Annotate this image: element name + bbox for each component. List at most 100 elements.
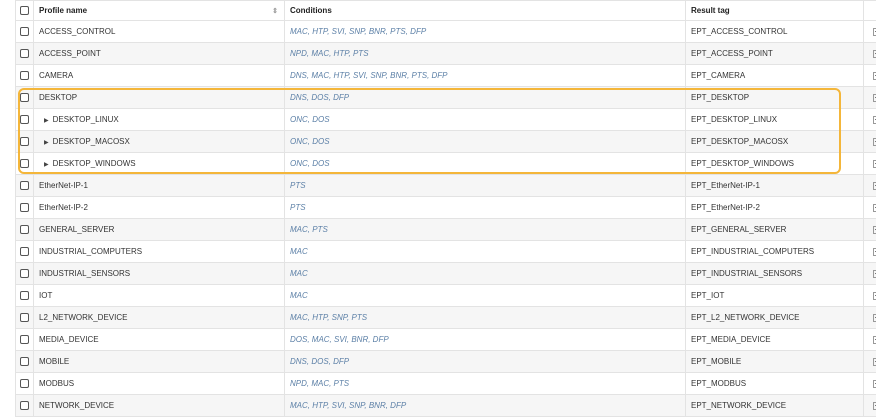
conditions-cell: DNS, DOS, DFP — [284, 350, 686, 373]
row-checkbox[interactable] — [20, 71, 29, 81]
conditions-cell: ONC, DOS — [284, 152, 686, 175]
row-checkbox[interactable] — [20, 137, 29, 147]
result-tag-cell: EPT_DESKTOP — [685, 86, 864, 109]
table-row[interactable]: ACCESS_CONTROL MAC, HTP, SVI, SNP, BNR, … — [15, 20, 876, 43]
result-tag-cell: EPT_L2_NETWORK_DEVICE — [685, 306, 864, 329]
profile-name-cell: INDUSTRIAL_SENSORS — [33, 262, 285, 285]
result-tag-cell: EPT_MEDIA_DEVICE — [685, 328, 864, 351]
table-row[interactable]: MEDIA_DEVICE DOS, MAC, SVI, BNR, DFP EPT… — [15, 328, 876, 351]
conditions-cell: ONC, DOS — [284, 108, 686, 131]
row-checkbox[interactable] — [20, 269, 29, 279]
profile-name-cell: EtherNet-IP-1 — [33, 174, 285, 197]
table-row-child[interactable]: ▶ DESKTOP_LINUX ONC, DOS EPT_DESKTOP_LINU… — [15, 108, 876, 131]
table-row[interactable]: ACCESS_POINT NPD, MAC, HTP, PTS EPT_ACCE… — [15, 42, 876, 65]
profile-name-cell: NETWORK_DEVICE — [33, 394, 285, 417]
row-checkbox[interactable] — [20, 401, 29, 411]
result-tag-cell: EPT_ACCESS_POINT — [685, 42, 864, 65]
header-info: i — [863, 0, 876, 21]
table-row[interactable]: INDUSTRIAL_COMPUTERS MAC EPT_INDUSTRIAL_… — [15, 240, 876, 263]
header-result-tag: Result tag — [685, 0, 864, 21]
table-row[interactable]: CAMERA DNS, MAC, HTP, SVI, SNP, BNR, PTS… — [15, 64, 876, 87]
profile-name-cell: ▶ DESKTOP_MACOSX — [33, 130, 285, 153]
conditions-cell: ONC, DOS — [284, 130, 686, 153]
profile-name-cell: ACCESS_POINT — [33, 42, 285, 65]
profile-name-cell: MEDIA_DEVICE — [33, 328, 285, 351]
row-checkbox[interactable] — [20, 335, 29, 345]
profiles-table-container: Profile name ⇕ Conditions Result tag i A… — [0, 0, 876, 420]
table-row-child[interactable]: ▶ DESKTOP_MACOSX ONC, DOS EPT_DESKTOP_MAC… — [15, 130, 876, 153]
row-checkbox[interactable] — [20, 313, 29, 323]
table-row[interactable]: IOT MAC EPT_IOT — [15, 284, 876, 307]
conditions-cell: MAC — [284, 262, 686, 285]
result-tag-cell: EPT_CAMERA — [685, 64, 864, 87]
profile-name-cell: ▶ DESKTOP_LINUX — [33, 108, 285, 131]
conditions-cell: MAC, HTP, SVI, SNP, BNR, DFP — [284, 394, 686, 417]
result-tag-cell: EPT_ACCESS_CONTROL — [685, 20, 864, 43]
conditions-cell: MAC, PTS — [284, 218, 686, 241]
row-checkbox[interactable] — [20, 115, 29, 125]
conditions-cell: NPD, MAC, PTS — [284, 372, 686, 395]
table-row[interactable]: EtherNet-IP-1 PTS EPT_EtherNet-IP-1 — [15, 174, 876, 197]
profile-name-cell: ▶ DESKTOP_WINDOWS — [33, 152, 285, 175]
profile-name-cell: L2_NETWORK_DEVICE — [33, 306, 285, 329]
profile-name-cell: ACCESS_CONTROL — [33, 20, 285, 43]
table-row[interactable]: GENERAL_SERVER MAC, PTS EPT_GENERAL_SERV… — [15, 218, 876, 241]
profile-name-cell: INDUSTRIAL_COMPUTERS — [33, 240, 285, 263]
row-checkbox[interactable] — [20, 247, 29, 257]
profile-name-cell: IOT — [33, 284, 285, 307]
row-checkbox[interactable] — [20, 357, 29, 367]
table-row[interactable]: DESKTOP DNS, DOS, DFP EPT_DESKTOP — [15, 86, 876, 109]
conditions-cell: MAC — [284, 240, 686, 263]
caret-right-icon[interactable]: ▶ — [44, 161, 49, 168]
result-tag-cell: EPT_IOT — [685, 284, 864, 307]
result-tag-cell: EPT_NETWORK_DEVICE — [685, 394, 864, 417]
row-checkbox[interactable] — [20, 49, 29, 59]
caret-right-icon[interactable]: ▶ — [44, 139, 49, 146]
table-row[interactable]: L2_NETWORK_DEVICE MAC, HTP, SNP, PTS EPT… — [15, 306, 876, 329]
row-checkbox[interactable] — [20, 225, 29, 235]
conditions-cell: MAC, HTP, SVI, SNP, BNR, PTS, DFP — [284, 20, 686, 43]
conditions-cell: NPD, MAC, HTP, PTS — [284, 42, 686, 65]
select-all-checkbox[interactable] — [20, 6, 29, 16]
row-checkbox[interactable] — [20, 291, 29, 301]
result-tag-cell: EPT_DESKTOP_WINDOWS — [685, 152, 864, 175]
result-tag-cell: EPT_EtherNet-IP-1 — [685, 174, 864, 197]
conditions-cell: MAC, HTP, SNP, PTS — [284, 306, 686, 329]
header-profile-name[interactable]: Profile name ⇕ — [33, 0, 285, 21]
result-tag-cell: EPT_INDUSTRIAL_SENSORS — [685, 262, 864, 285]
row-checkbox[interactable] — [20, 181, 29, 191]
table-row[interactable]: EtherNet-IP-2 PTS EPT_EtherNet-IP-2 — [15, 196, 876, 219]
result-tag-cell: EPT_DESKTOP_LINUX — [685, 108, 864, 131]
profile-name-cell: DESKTOP — [33, 86, 285, 109]
caret-right-icon[interactable]: ▶ — [44, 117, 49, 124]
profile-name-label: DESKTOP_WINDOWS — [52, 159, 136, 168]
result-tag-cell: EPT_GENERAL_SERVER — [685, 218, 864, 241]
profile-name-cell: EtherNet-IP-2 — [33, 196, 285, 219]
result-tag-cell: EPT_MOBILE — [685, 350, 864, 373]
profile-name-label: DESKTOP_MACOSX — [52, 137, 130, 146]
result-tag-cell: EPT_EtherNet-IP-2 — [685, 196, 864, 219]
result-tag-cell: EPT_DESKTOP_MACOSX — [685, 130, 864, 153]
profile-name-label: DESKTOP_LINUX — [52, 115, 119, 124]
conditions-cell: DNS, MAC, HTP, SVI, SNP, BNR, PTS, DFP — [284, 64, 686, 87]
table-row[interactable]: MOBILE DNS, DOS, DFP EPT_MOBILE — [15, 350, 876, 373]
row-checkbox[interactable] — [20, 379, 29, 389]
result-tag-cell: EPT_MODBUS — [685, 372, 864, 395]
profiles-table: Profile name ⇕ Conditions Result tag i A… — [15, 0, 876, 417]
table-row[interactable]: INDUSTRIAL_SENSORS MAC EPT_INDUSTRIAL_SE… — [15, 262, 876, 285]
sort-icon[interactable]: ⇕ — [272, 7, 278, 15]
profile-name-cell: MODBUS — [33, 372, 285, 395]
header-select-all-cell[interactable] — [15, 0, 34, 21]
row-checkbox[interactable] — [20, 203, 29, 213]
row-checkbox[interactable] — [20, 27, 29, 37]
table-row[interactable]: NETWORK_DEVICE MAC, HTP, SVI, SNP, BNR, … — [15, 394, 876, 417]
conditions-cell: PTS — [284, 174, 686, 197]
row-checkbox[interactable] — [20, 159, 29, 169]
row-checkbox[interactable] — [20, 93, 29, 103]
profile-name-cell: GENERAL_SERVER — [33, 218, 285, 241]
table-row[interactable]: MODBUS NPD, MAC, PTS EPT_MODBUS — [15, 372, 876, 395]
header-conditions: Conditions — [284, 0, 686, 21]
result-tag-cell: EPT_INDUSTRIAL_COMPUTERS — [685, 240, 864, 263]
conditions-cell: DOS, MAC, SVI, BNR, DFP — [284, 328, 686, 351]
table-row-child[interactable]: ▶ DESKTOP_WINDOWS ONC, DOS EPT_DESKTOP_WI… — [15, 152, 876, 175]
